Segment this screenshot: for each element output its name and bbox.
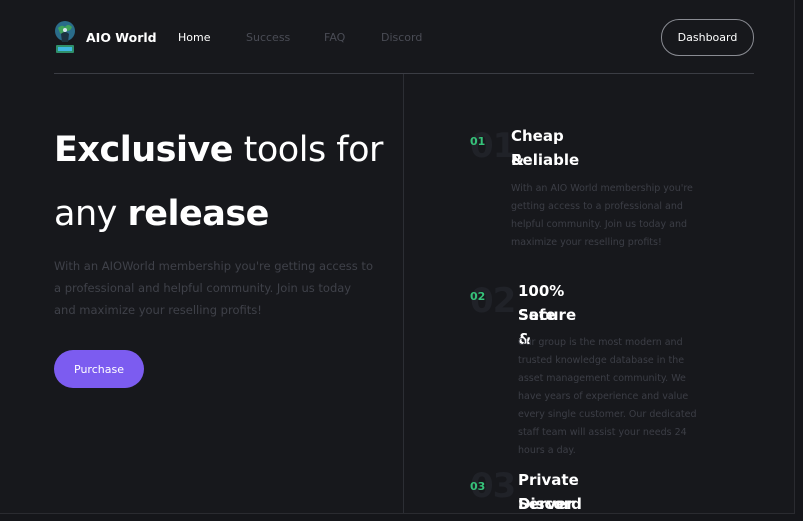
dashboard-button[interactable]: Dashboard bbox=[661, 19, 754, 56]
feature-number: 02 bbox=[470, 290, 486, 303]
feature-title-line2: Server bbox=[518, 495, 574, 513]
purchase-button[interactable]: Purchase bbox=[54, 350, 144, 388]
hero-title: Exclusive tools for any release bbox=[54, 118, 394, 246]
nav-discord[interactable]: Discord bbox=[381, 31, 422, 44]
nav-faq[interactable]: FAQ bbox=[324, 31, 345, 44]
nav-success[interactable]: Success bbox=[246, 31, 290, 44]
nav-home[interactable]: Home bbox=[178, 31, 210, 44]
brand-name[interactable]: AIO World bbox=[86, 30, 157, 45]
hero-title-tools-for: tools for bbox=[243, 130, 384, 170]
globe-logo-icon[interactable] bbox=[54, 18, 76, 56]
hero-description: With an AIOWorld membership you're getti… bbox=[54, 259, 373, 317]
hero-title-release: release bbox=[127, 194, 269, 234]
hero-title-any: any bbox=[54, 194, 117, 234]
feature-title-line2: Reliable bbox=[511, 151, 580, 169]
feature-description: Our group is the most modern and trusted… bbox=[518, 337, 697, 456]
feature-number: 01 bbox=[470, 135, 486, 148]
column-divider bbox=[403, 74, 404, 513]
feature-number: 03 bbox=[470, 480, 486, 493]
page-frame: AIO World Home Success FAQ Discord Dashb… bbox=[0, 0, 795, 514]
hero-title-exclusive: Exclusive bbox=[54, 130, 234, 170]
header-divider bbox=[54, 73, 754, 74]
feature-title-line2: Safe bbox=[518, 306, 556, 324]
feature-description: With an AIO World membership you're gett… bbox=[511, 183, 693, 248]
